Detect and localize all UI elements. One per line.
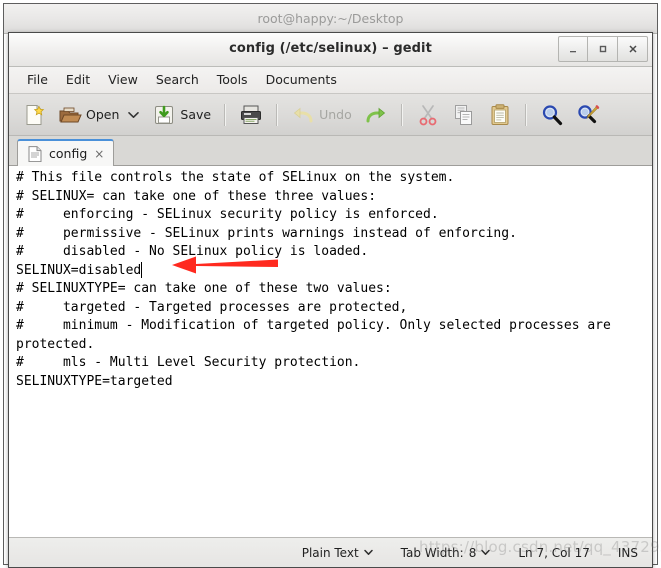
new-document-button[interactable]	[17, 99, 51, 131]
paste-button[interactable]	[483, 99, 517, 131]
tab-close-icon[interactable]: ×	[94, 148, 104, 160]
maximize-button[interactable]	[588, 36, 618, 62]
tab-config[interactable]: config ×	[17, 139, 115, 166]
find-replace-icon	[578, 104, 599, 123]
window-title: config (/etc/selinux) – gedit	[229, 41, 432, 56]
document-icon	[28, 145, 42, 162]
redo-icon	[366, 107, 385, 122]
gedit-titlebar[interactable]: config (/etc/selinux) – gedit	[9, 33, 652, 67]
copy-icon	[454, 104, 472, 125]
window-controls	[558, 36, 648, 62]
open-folder-icon	[59, 107, 82, 122]
open-dropdown-button[interactable]	[126, 99, 145, 131]
print-button[interactable]	[234, 99, 268, 131]
save-button-label: Save	[180, 107, 212, 122]
status-bar: Plain Text Tab Width: 8 Ln 7, Col 17 INS	[9, 537, 652, 567]
save-icon	[155, 105, 174, 124]
menubar: File Edit View Search Tools Documents	[9, 67, 652, 94]
replace-button[interactable]	[571, 99, 605, 131]
close-button[interactable]	[618, 36, 648, 62]
printer-icon	[241, 105, 262, 124]
find-button[interactable]	[535, 99, 569, 131]
toolbar-separator-1	[224, 103, 227, 126]
toolbar: Open Save Undo	[9, 94, 652, 136]
menu-tools[interactable]: Tools	[208, 69, 257, 91]
cursor-position: Ln 7, Col 17	[518, 545, 590, 560]
tab-title: config	[49, 146, 88, 161]
toolbar-separator-4	[524, 103, 527, 126]
gedit-window[interactable]: config (/etc/selinux) – gedit File Edit	[8, 32, 653, 568]
undo-button-label: Undo	[319, 107, 352, 122]
language-label: Plain Text	[301, 545, 359, 560]
menu-view[interactable]: View	[99, 69, 147, 91]
close-icon	[628, 45, 637, 53]
text-caret	[141, 262, 142, 278]
chevron-down-icon	[481, 549, 491, 555]
open-button-label: Open	[86, 107, 120, 122]
undo-icon	[293, 107, 313, 122]
cut-button[interactable]	[411, 99, 445, 131]
search-icon	[542, 104, 562, 125]
minimize-button[interactable]	[558, 36, 588, 62]
copy-button[interactable]	[447, 99, 481, 131]
toolbar-separator-3	[400, 103, 403, 126]
undo-button[interactable]: Undo	[286, 99, 357, 131]
tab-width-selector[interactable]: Tab Width: 8	[387, 546, 505, 560]
terminal-title: root@happy:~/Desktop	[257, 11, 404, 26]
save-button[interactable]: Save	[147, 99, 216, 131]
menu-edit[interactable]: Edit	[57, 69, 99, 91]
text-editor-area[interactable]: # This file controls the state of SELinu…	[9, 166, 652, 537]
open-button[interactable]: Open	[53, 99, 124, 131]
menu-search[interactable]: Search	[147, 69, 208, 91]
menu-documents[interactable]: Documents	[257, 69, 346, 91]
terminal-titlebar[interactable]: root@happy:~/Desktop	[4, 4, 657, 34]
tab-bar: config ×	[9, 136, 652, 166]
chevron-down-icon	[363, 549, 373, 555]
menu-file[interactable]: File	[18, 69, 57, 91]
tab-width-value: 8	[468, 545, 477, 560]
toolbar-separator-2	[276, 103, 279, 126]
redo-button[interactable]	[359, 99, 393, 131]
maximize-icon	[599, 45, 606, 53]
tab-width-label: Tab Width:	[400, 545, 464, 560]
paste-icon	[491, 103, 509, 125]
minimize-icon	[570, 51, 576, 53]
document-content[interactable]: # This file controls the state of SELinu…	[16, 169, 648, 391]
chevron-down-icon	[128, 111, 140, 118]
language-selector[interactable]: Plain Text	[288, 546, 387, 560]
insert-mode-indicator: INS	[617, 545, 638, 560]
scissors-icon	[419, 104, 437, 125]
new-document-icon	[26, 104, 45, 125]
